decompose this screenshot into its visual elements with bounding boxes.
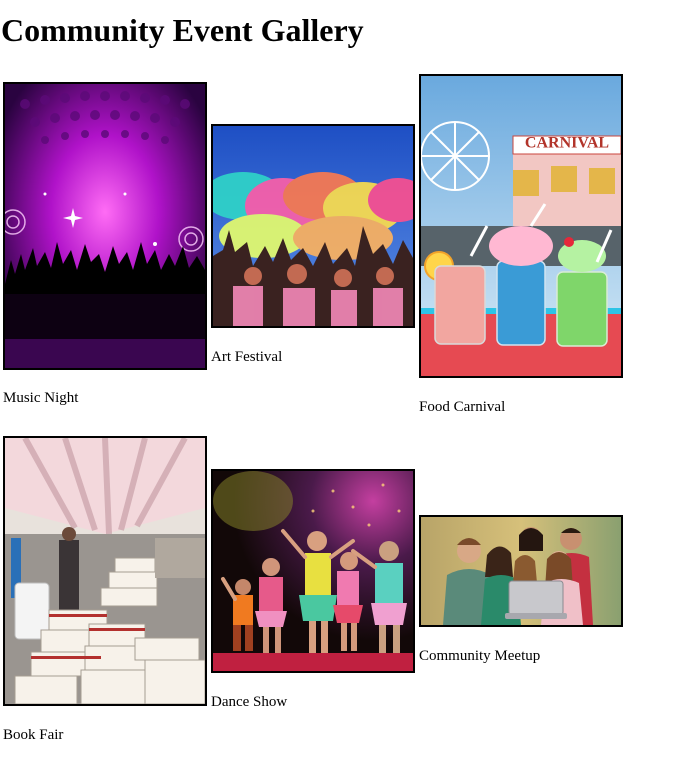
gallery-item-community-meetup[interactable]: Community Meetup [419, 515, 623, 665]
community-meetup-caption: Community Meetup [419, 648, 541, 664]
music-night-image[interactable] [3, 82, 207, 370]
carnival-sign-text: CARNIVAL [525, 135, 609, 152]
gallery-item-art-festival[interactable]: Art Festival [211, 124, 415, 369]
art-festival-image[interactable] [211, 124, 415, 328]
gallery-item-book-fair[interactable]: Book Fair [3, 436, 207, 744]
book-fair-image[interactable] [3, 436, 207, 706]
gallery-item-music-night[interactable]: Music Night [3, 82, 207, 408]
dance-show-caption: Dance Show [211, 694, 288, 710]
dance-show-image[interactable] [211, 469, 415, 673]
book-fair-caption: Book Fair [3, 727, 64, 743]
gallery-item-food-carnival[interactable]: CARNIVAL Food Carnival [419, 74, 623, 417]
community-meetup-image[interactable] [419, 515, 623, 627]
food-carnival-caption: Food Carnival [419, 399, 506, 415]
gallery-item-dance-show[interactable]: Dance Show [211, 469, 415, 711]
food-carnival-image[interactable]: CARNIVAL [419, 74, 623, 378]
art-festival-caption: Art Festival [211, 349, 283, 365]
music-night-caption: Music Night [3, 390, 79, 406]
page-title: Community Event Gallery [1, 12, 364, 48]
